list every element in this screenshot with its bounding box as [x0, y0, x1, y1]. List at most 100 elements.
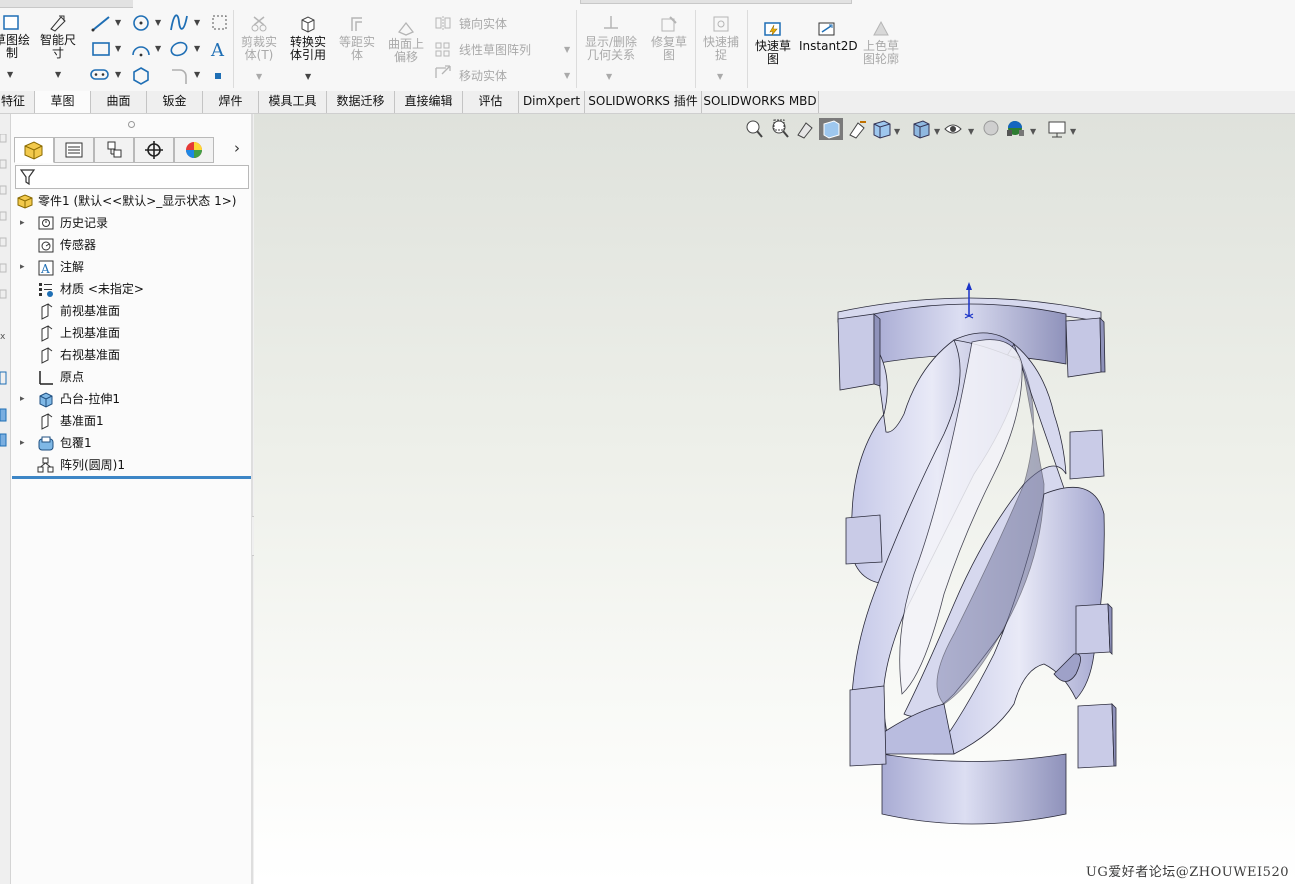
line-icon[interactable]	[90, 14, 112, 32]
spline-icon[interactable]	[168, 12, 190, 34]
ribbon-separator	[233, 10, 234, 88]
smart-dimension-button[interactable]: 智能尺 寸	[36, 14, 80, 60]
tab-weldments[interactable]: 焊件	[203, 91, 259, 113]
expand-arrow-icon[interactable]: ▸	[20, 257, 25, 277]
quick-snaps-caret[interactable]: ▼	[717, 72, 723, 81]
linear-pattern-item[interactable]: 线性草图阵列	[459, 41, 531, 58]
displaymanager-tab[interactable]	[174, 137, 214, 163]
linear-pattern-caret[interactable]: ▼	[564, 45, 570, 54]
fillet-caret[interactable]: ▼	[194, 70, 200, 79]
tab-solidworks-mbd[interactable]: SOLIDWORKS MBD	[702, 91, 819, 113]
title-strip	[0, 0, 133, 8]
polygon-icon[interactable]	[130, 66, 152, 86]
tab-solidworks-addins[interactable]: SOLIDWORKS 插件	[585, 91, 702, 113]
tree-item[interactable]: 阵列(圆周)1	[11, 455, 249, 475]
circle-icon[interactable]	[130, 13, 152, 33]
part-icon	[24, 141, 43, 160]
ellipse-icon[interactable]	[168, 39, 190, 59]
watermark: UG爱好者论坛@ZHOUWEI520	[1085, 865, 1289, 880]
relations-caret[interactable]: ▼	[606, 72, 612, 81]
display-delete-relations-button[interactable]: 显示/删除 几何关系	[580, 14, 642, 62]
task-strip: x	[0, 114, 11, 884]
trim-caret[interactable]: ▼	[256, 72, 262, 81]
tab-evaluate[interactable]: 评估	[463, 91, 519, 113]
trim-entities-button[interactable]: 剪裁实 体(T)	[236, 14, 282, 62]
graphics-area[interactable]: ▼ ▼ ▼ ▼ ▼ UG爱好者论坛@ZHOUWEI520	[254, 114, 1295, 884]
circle-caret[interactable]: ▼	[155, 18, 161, 27]
quick-snaps-button[interactable]: 快速捕 捉	[698, 14, 744, 62]
tab-dimxpert[interactable]: DimXpert	[519, 91, 585, 113]
tree-item[interactable]: 前视基准面	[11, 301, 249, 321]
line-caret[interactable]: ▼	[115, 18, 121, 27]
rectangle-caret[interactable]: ▼	[115, 44, 121, 53]
construction-geometry-icon[interactable]	[210, 13, 230, 33]
text-icon[interactable]: A	[208, 38, 230, 60]
convert-label: 转换实 体引用	[289, 35, 326, 62]
tree-item[interactable]: 右视基准面	[11, 345, 249, 365]
convert-caret[interactable]: ▼	[305, 72, 311, 81]
mirror-entities-item[interactable]: 镜向实体	[459, 15, 507, 32]
tabs-scroll-right-icon[interactable]: ›	[234, 139, 240, 157]
tab-surfaces[interactable]: 曲面	[91, 91, 147, 113]
tree-item[interactable]: ▸ 凸台-拉伸1	[11, 389, 249, 409]
spline-caret[interactable]: ▼	[194, 18, 200, 27]
expand-arrow-icon[interactable]: ▸	[20, 213, 25, 233]
dimxpertmanager-tab[interactable]	[134, 137, 174, 163]
tab-features[interactable]: 特征	[0, 91, 35, 113]
smart-dimension-caret[interactable]: ▼	[55, 70, 61, 79]
ribbon-separator	[576, 10, 577, 88]
tree-item[interactable]: ▸ 历史记录	[11, 213, 249, 233]
point-icon[interactable]	[212, 70, 224, 82]
tree-item[interactable]: ▸ 包覆1	[11, 433, 249, 453]
panel-grip[interactable]	[128, 121, 135, 128]
tree-item-label: 原点	[60, 370, 85, 384]
sketch-button[interactable]: 草图绘 制	[0, 14, 32, 60]
tree-filter-field[interactable]	[15, 165, 249, 189]
trim-label: 剪裁实 体(T)	[240, 35, 277, 62]
tab-direct-editing[interactable]: 直接编辑	[395, 91, 463, 113]
slot-caret[interactable]: ▼	[115, 70, 121, 79]
mirror-entities-icon	[435, 16, 451, 30]
rollback-bar[interactable]	[12, 476, 251, 479]
part-icon	[17, 194, 33, 209]
part-model-3d[interactable]	[254, 114, 1295, 884]
instant2d-label: Instant2D	[799, 39, 858, 53]
shaded-sketch-contours-button[interactable]: 上色草 图轮廓	[858, 20, 904, 66]
propertymanager-tab[interactable]	[54, 137, 94, 163]
tree-root-part[interactable]: 零件1 (默认<<默认>_显示状态 1>)	[11, 191, 249, 211]
rectangle-icon[interactable]	[90, 40, 112, 58]
expand-arrow-icon[interactable]: ▸	[20, 389, 25, 409]
featuremanager-tab[interactable]	[14, 137, 54, 163]
repair-sketch-button[interactable]: 修复草 图	[646, 14, 692, 62]
tab-sheet-metal[interactable]: 钣金	[147, 91, 203, 113]
sketch-caret[interactable]: ▼	[7, 70, 13, 79]
tree-item[interactable]: 原点	[11, 367, 249, 387]
move-entities-item[interactable]: 移动实体	[459, 67, 507, 84]
ellipse-caret[interactable]: ▼	[194, 44, 200, 53]
tree-item[interactable]: ▸ A 注解	[11, 257, 249, 277]
crosshair-icon	[145, 141, 163, 159]
tab-mold-tools[interactable]: 模具工具	[259, 91, 327, 113]
arc-caret[interactable]: ▼	[155, 44, 161, 53]
tab-sketch[interactable]: 草图	[35, 91, 91, 113]
tab-top-left	[837, 313, 875, 391]
tree-item[interactable]: 材质 <未指定>	[11, 279, 249, 299]
appearance-icon	[186, 142, 202, 158]
tab-data-migration[interactable]: 数据迁移	[327, 91, 395, 113]
tree-item-label: 右视基准面	[60, 348, 121, 362]
rapid-sketch-icon	[764, 22, 781, 36]
configurationmanager-tab[interactable]	[94, 137, 134, 163]
arc-icon[interactable]	[130, 40, 152, 58]
quick-snaps-label: 快速捕 捉	[702, 35, 739, 62]
tree-item[interactable]: 上视基准面	[11, 323, 249, 343]
offset-entities-button[interactable]: 等距实 体	[334, 14, 380, 62]
tree-item[interactable]: 传感器	[11, 235, 249, 255]
tree-item[interactable]: 基准面1	[11, 411, 249, 431]
offset-on-surface-button[interactable]: 曲面上 偏移	[383, 20, 429, 64]
slot-icon[interactable]	[88, 66, 112, 84]
rapid-sketch-button[interactable]: 快速草 图	[750, 20, 796, 66]
move-entities-caret[interactable]: ▼	[564, 71, 570, 80]
instant2d-button[interactable]: Instant2D	[799, 20, 858, 53]
convert-entities-button[interactable]: 转换实 体引用	[285, 14, 331, 62]
expand-arrow-icon[interactable]: ▸	[20, 433, 25, 453]
